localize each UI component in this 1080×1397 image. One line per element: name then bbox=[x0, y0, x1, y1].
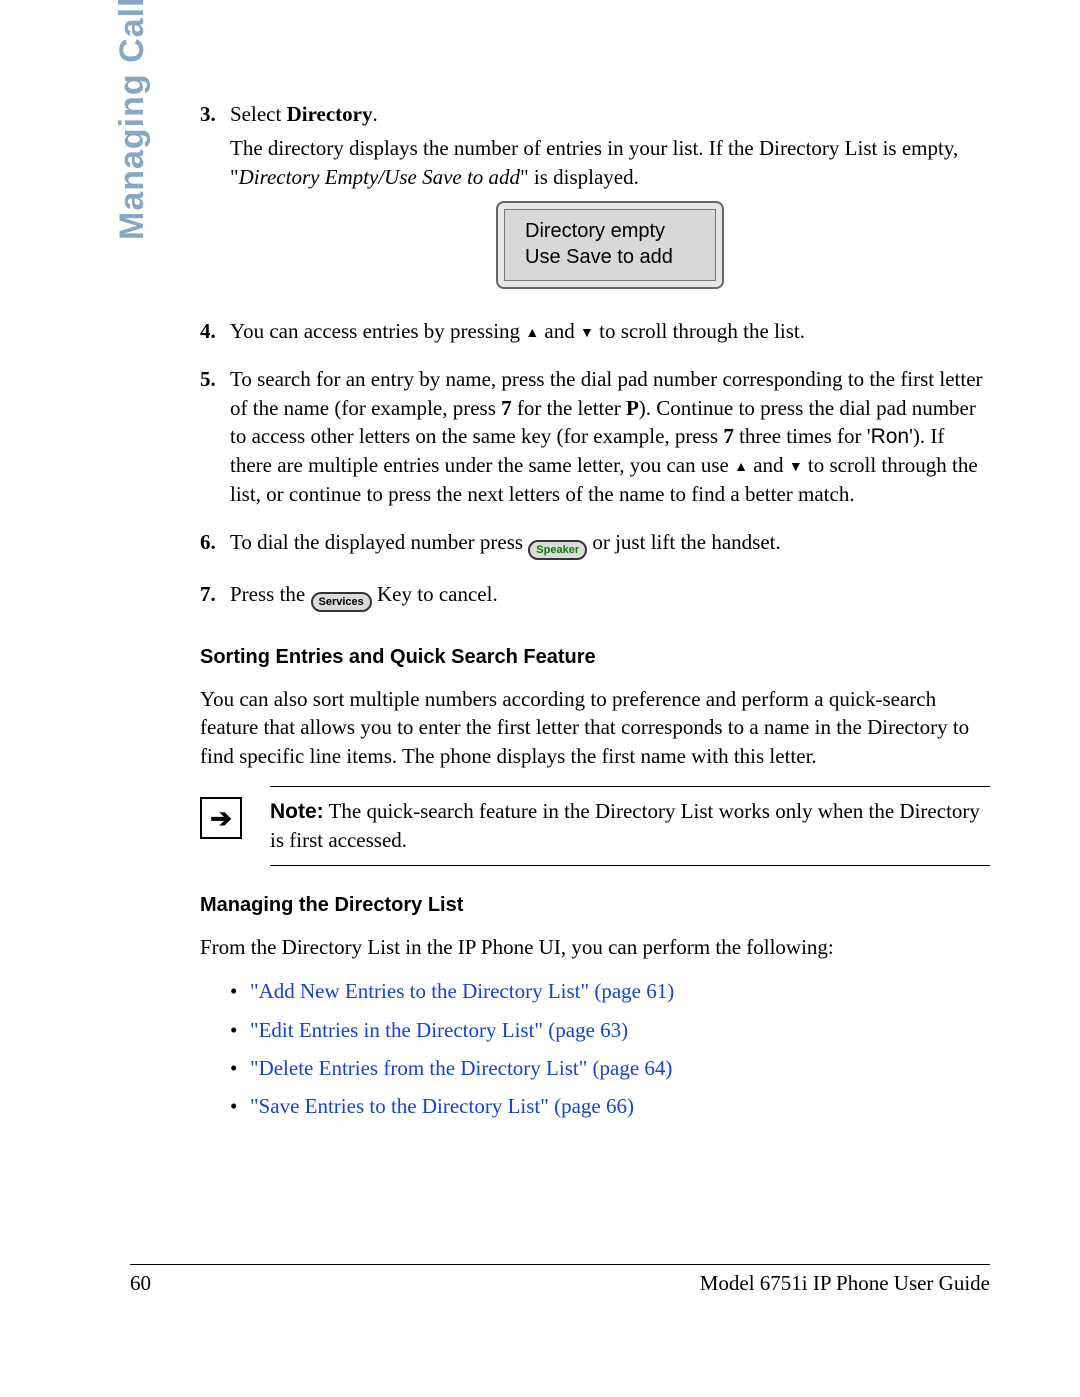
step-number: 6. bbox=[200, 528, 230, 566]
text: for the letter bbox=[512, 396, 626, 420]
section-intro: From the Directory List in the IP Phone … bbox=[200, 933, 990, 961]
text: and bbox=[748, 453, 789, 477]
xref-item: "Delete Entries from the Directory List"… bbox=[230, 1054, 990, 1082]
text-italic: Directory Empty/Use Save to add bbox=[239, 165, 520, 189]
step-3: 3. Select Directory. The directory displ… bbox=[200, 100, 990, 303]
footer-title: Model 6751i IP Phone User Guide bbox=[700, 1269, 990, 1297]
note-arrow-icon: ➔ bbox=[200, 797, 242, 839]
speaker-key-icon: Speaker bbox=[528, 540, 587, 560]
xref-page[interactable]: (page 61) bbox=[589, 979, 674, 1003]
lcd-figure: Directory empty Use Save to add bbox=[230, 201, 990, 289]
text: . bbox=[372, 102, 377, 126]
step-number: 3. bbox=[200, 100, 230, 303]
step-list: 3. Select Directory. The directory displ… bbox=[200, 100, 990, 618]
name-ron: Ron bbox=[871, 425, 910, 448]
note-lead: Note: bbox=[270, 800, 324, 823]
section-body: You can also sort multiple numbers accor… bbox=[200, 685, 990, 770]
up-arrow-icon: ▲ bbox=[734, 459, 748, 478]
xref-link-delete[interactable]: "Delete Entries from the Directory List" bbox=[250, 1056, 587, 1080]
note-block: ➔ Note: The quick-search feature in the … bbox=[270, 786, 990, 866]
step-4: 4. You can access entries by pressing ▲ … bbox=[200, 317, 990, 351]
up-arrow-icon: ▲ bbox=[525, 325, 539, 344]
section-heading-sorting: Sorting Entries and Quick Search Feature bbox=[200, 644, 990, 671]
text: You can access entries by pressing bbox=[230, 319, 525, 343]
letter-p: P bbox=[626, 396, 639, 420]
xref-page[interactable]: (page 66) bbox=[549, 1094, 634, 1118]
step-6: 6. To dial the displayed number press Sp… bbox=[200, 528, 990, 566]
lcd-line-1: Directory empty bbox=[525, 218, 695, 244]
step-number: 5. bbox=[200, 365, 230, 514]
text: Select bbox=[230, 102, 287, 126]
lcd-line-2: Use Save to add bbox=[525, 244, 695, 270]
text: Key to cancel. bbox=[377, 582, 498, 606]
step-body: To dial the displayed number press Speak… bbox=[230, 528, 990, 566]
xref-page[interactable]: (page 63) bbox=[543, 1018, 628, 1042]
footer-rule bbox=[130, 1264, 990, 1265]
key-7: 7 bbox=[501, 396, 512, 420]
section-heading-managing: Managing the Directory List bbox=[200, 892, 990, 919]
xref-link-add[interactable]: "Add New Entries to the Directory List" bbox=[250, 979, 589, 1003]
step-7: 7. Press the Services Key to cancel. bbox=[200, 580, 990, 618]
xref-item: "Edit Entries in the Directory List" (pa… bbox=[230, 1016, 990, 1044]
text: Press the bbox=[230, 582, 311, 606]
text: " is displayed. bbox=[520, 165, 639, 189]
step-number: 4. bbox=[200, 317, 230, 351]
xref-link-save[interactable]: "Save Entries to the Directory List" bbox=[250, 1094, 549, 1118]
xref-link-edit[interactable]: "Edit Entries in the Directory List" bbox=[250, 1018, 543, 1042]
step-body: Press the Services Key to cancel. bbox=[230, 580, 990, 618]
down-arrow-icon: ▼ bbox=[580, 325, 594, 344]
main-content: 3. Select Directory. The directory displ… bbox=[200, 100, 990, 1131]
step-body: Select Directory. The directory displays… bbox=[230, 100, 990, 303]
step-body: You can access entries by pressing ▲ and… bbox=[230, 317, 990, 351]
page-footer: 60 Model 6751i IP Phone User Guide bbox=[130, 1264, 990, 1297]
text: or just lift the handset. bbox=[592, 530, 780, 554]
note-body: The quick-search feature in the Director… bbox=[270, 799, 980, 852]
xref-list: "Add New Entries to the Directory List" … bbox=[230, 977, 990, 1120]
step-number: 7. bbox=[200, 580, 230, 618]
text: and bbox=[539, 319, 580, 343]
step-5: 5. To search for an entry by name, press… bbox=[200, 365, 990, 514]
services-key-icon: Services bbox=[311, 592, 372, 612]
lcd-screen: Directory empty Use Save to add bbox=[504, 209, 716, 281]
text: three times for ' bbox=[734, 424, 871, 448]
lcd-frame: Directory empty Use Save to add bbox=[496, 201, 724, 289]
xref-item: "Save Entries to the Directory List" (pa… bbox=[230, 1092, 990, 1120]
note-text: Note: The quick-search feature in the Di… bbox=[270, 797, 990, 855]
down-arrow-icon: ▼ bbox=[789, 459, 803, 478]
xref-item: "Add New Entries to the Directory List" … bbox=[230, 977, 990, 1005]
page-number: 60 bbox=[130, 1269, 151, 1297]
text: to scroll through the list. bbox=[594, 319, 805, 343]
xref-page[interactable]: (page 64) bbox=[587, 1056, 672, 1080]
key-7: 7 bbox=[723, 424, 734, 448]
step-body: To search for an entry by name, press th… bbox=[230, 365, 990, 514]
text: To dial the displayed number press bbox=[230, 530, 528, 554]
side-tab: Managing Calls bbox=[110, 0, 156, 240]
directory-label: Directory bbox=[287, 102, 373, 126]
